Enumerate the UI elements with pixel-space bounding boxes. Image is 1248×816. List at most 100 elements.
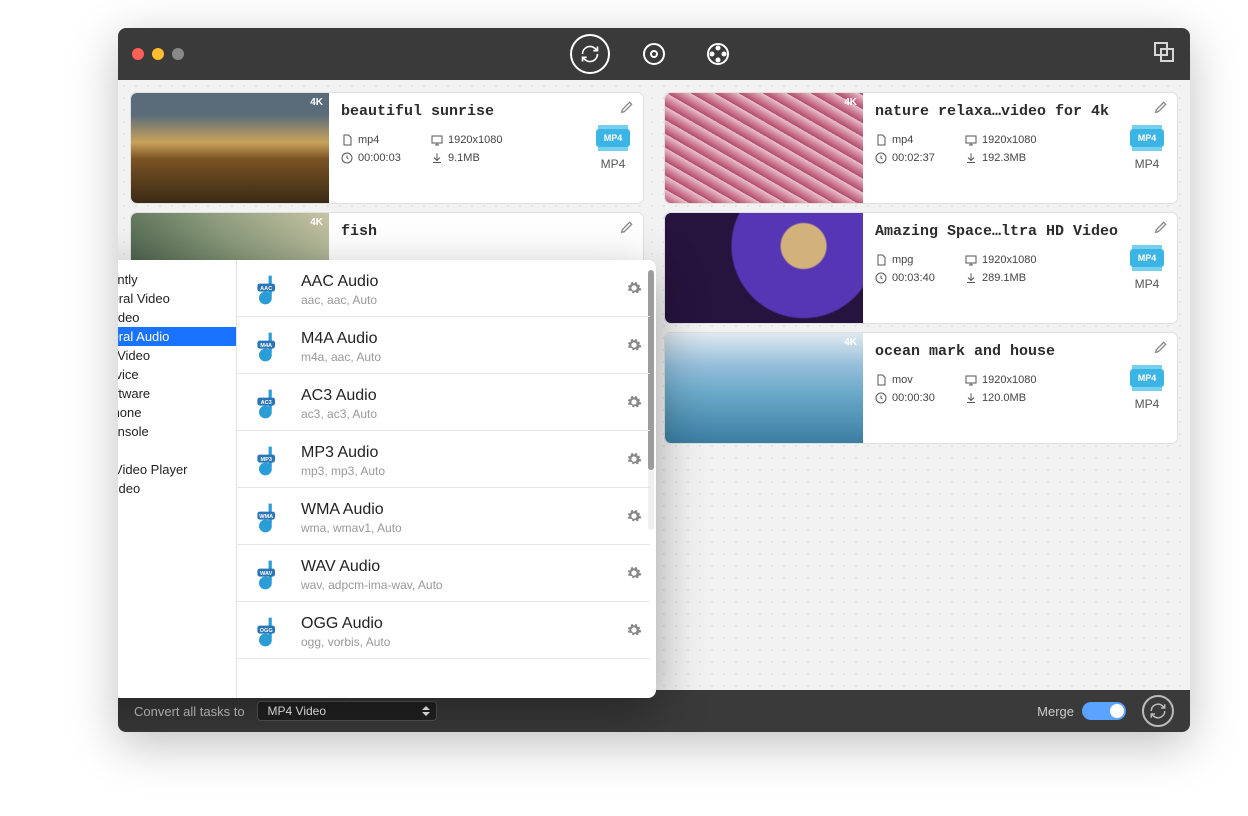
format-option[interactable]: M4A M4A Audio m4a, aac, Auto — [237, 317, 650, 374]
category-tv-video[interactable]: TV Video — [118, 479, 236, 498]
format-name: AC3 Audio — [301, 387, 610, 405]
output-format-select[interactable]: MP4 Video — [257, 701, 437, 721]
category-game-console[interactable]: Game Console — [118, 422, 236, 441]
media-library-icon — [1152, 40, 1176, 64]
media-library-button[interactable] — [1152, 40, 1176, 69]
video-card[interactable]: 4K nature relaxa…video for 4k mp4 1920x1… — [664, 92, 1178, 204]
format-name: WMA Audio — [301, 501, 610, 519]
video-size: 120.0MB — [982, 392, 1026, 404]
zoom-window-button[interactable] — [172, 48, 184, 60]
video-title: fish — [341, 223, 637, 240]
download-icon — [431, 152, 443, 164]
format-settings-button[interactable] — [626, 337, 642, 358]
category-apple-software[interactable]: Apple Software — [118, 384, 236, 403]
tab-movie[interactable] — [698, 34, 738, 74]
pencil-icon — [619, 99, 635, 115]
video-size: 9.1MB — [448, 152, 480, 164]
merge-toggle[interactable] — [1082, 702, 1126, 720]
file-icon — [341, 134, 353, 146]
right-column: 4K nature relaxa…video for 4k mp4 1920x1… — [664, 92, 1178, 678]
close-window-button[interactable] — [132, 48, 144, 60]
format-desc: wma, wmav1, Auto — [301, 521, 610, 535]
mp4-icon: MP4 — [594, 123, 632, 153]
output-format-badge[interactable]: MP4 MP4 — [1123, 123, 1171, 171]
file-icon — [875, 134, 887, 146]
format-name: WAV Audio — [301, 558, 610, 576]
convert-button[interactable] — [1142, 695, 1174, 727]
video-ext: mp4 — [358, 134, 379, 146]
format-name: M4A Audio — [301, 330, 610, 348]
video-size: 289.1MB — [982, 272, 1026, 284]
video-title: ocean mark and house — [875, 343, 1171, 360]
file-icon — [875, 374, 887, 386]
convert-all-label: Convert all tasks to — [134, 704, 245, 719]
category-mobile-phone[interactable]: Mobile Phone — [118, 403, 236, 422]
video-ext: mp4 — [892, 134, 913, 146]
format-option[interactable]: MP3 MP3 Audio mp3, mp3, Auto — [237, 431, 650, 488]
format-icon: OGG — [249, 614, 285, 650]
format-desc: m4a, aac, Auto — [301, 350, 610, 364]
pencil-icon — [619, 219, 635, 235]
edit-button[interactable] — [1153, 219, 1169, 240]
category-general-audio[interactable]: General Audio — [118, 327, 236, 346]
tab-disc[interactable] — [634, 34, 674, 74]
gear-icon — [626, 565, 642, 581]
output-format-badge[interactable]: MP4 MP4 — [589, 123, 637, 171]
format-name: OGG Audio — [301, 615, 610, 633]
format-option[interactable]: AAC AAC Audio aac, aac, Auto — [237, 260, 650, 317]
category-4k-video[interactable]: 4K Video — [118, 308, 236, 327]
edit-button[interactable] — [1153, 99, 1169, 120]
video-card[interactable]: 4K ocean mark and house mov 1920x1080 00… — [664, 332, 1178, 444]
format-settings-button[interactable] — [626, 451, 642, 472]
format-option[interactable]: OGG OGG Audio ogg, vorbis, Auto — [237, 602, 650, 659]
edit-button[interactable] — [619, 99, 635, 120]
download-icon — [965, 392, 977, 404]
format-settings-button[interactable] — [626, 565, 642, 586]
format-settings-button[interactable] — [626, 280, 642, 301]
category-portable-player[interactable]: Portable Video Player — [118, 460, 236, 479]
category-web-video[interactable]: Web Video — [118, 346, 236, 365]
thumbnail: 4K — [131, 213, 329, 267]
file-icon — [875, 254, 887, 266]
format-settings-button[interactable] — [626, 622, 642, 643]
format-desc: ogg, vorbis, Auto — [301, 635, 610, 649]
video-card[interactable]: Amazing Space…ltra HD Video mpg 1920x108… — [664, 212, 1178, 324]
output-format-badge[interactable]: MP4 MP4 — [1123, 243, 1171, 291]
format-option[interactable]: WAV WAV Audio wav, adpcm-ima-wav, Auto — [237, 545, 650, 602]
video-dur: 00:02:37 — [892, 152, 935, 164]
pencil-icon — [1153, 339, 1169, 355]
format-icon: MP3 — [249, 443, 285, 479]
format-settings-button[interactable] — [626, 508, 642, 529]
category-recently[interactable]: Recently — [118, 270, 236, 289]
format-icon: M4A — [249, 329, 285, 365]
format-settings-button[interactable] — [626, 394, 642, 415]
format-option[interactable]: AC3 AC3 Audio ac3, ac3, Auto — [237, 374, 650, 431]
output-format-badge[interactable]: MP4 MP4 — [1123, 363, 1171, 411]
video-res: 1920x1080 — [982, 254, 1036, 266]
svg-text:WMA: WMA — [259, 514, 273, 520]
edit-button[interactable] — [619, 219, 635, 240]
format-desc: aac, aac, Auto — [301, 293, 610, 307]
gear-icon — [626, 622, 642, 638]
video-size: 192.3MB — [982, 152, 1026, 164]
svg-text:AC3: AC3 — [261, 400, 272, 406]
thumbnail: 4K — [665, 333, 863, 443]
tab-convert[interactable] — [570, 34, 610, 74]
svg-text:OGG: OGG — [260, 628, 273, 634]
category-tablet[interactable]: Tablet — [118, 441, 236, 460]
mp4-icon: MP4 — [1128, 363, 1166, 393]
video-dur: 00:03:40 — [892, 272, 935, 284]
category-general-video[interactable]: General Video — [118, 289, 236, 308]
mp4-icon: MP4 — [1128, 243, 1166, 273]
output-format-label: MP4 — [1123, 157, 1171, 171]
clock-icon — [875, 392, 887, 404]
category-apple-device[interactable]: Apple Device — [118, 365, 236, 384]
video-ext: mpg — [892, 254, 913, 266]
minimize-window-button[interactable] — [152, 48, 164, 60]
clock-icon — [341, 152, 353, 164]
edit-button[interactable] — [1153, 339, 1169, 360]
video-card[interactable]: 4K beautiful sunrise mp4 1920x1080 00:00… — [130, 92, 644, 204]
download-icon — [965, 152, 977, 164]
format-option[interactable]: WMA WMA Audio wma, wmav1, Auto — [237, 488, 650, 545]
refresh-icon — [580, 44, 600, 64]
